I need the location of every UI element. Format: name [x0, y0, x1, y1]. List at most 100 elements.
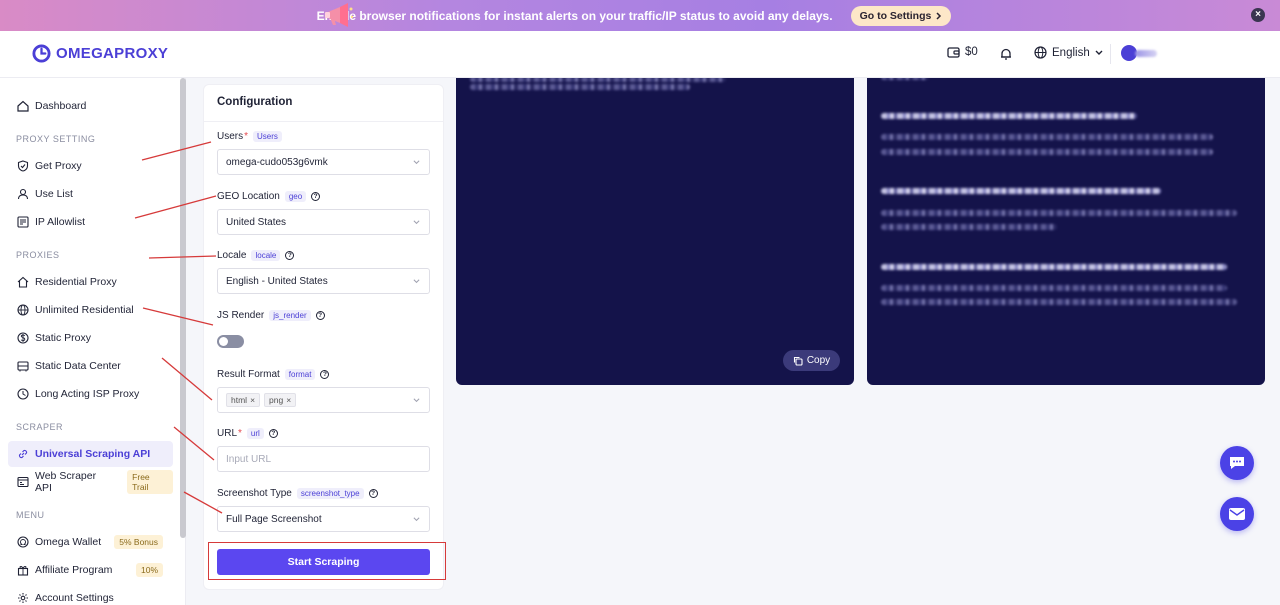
response-output-panel	[867, 78, 1265, 385]
locale-label-text: Locale	[217, 250, 247, 261]
blurred-heading-line	[881, 264, 1227, 270]
sidebar-item-residential-proxy[interactable]: Residential Proxy	[8, 269, 173, 295]
sidebar-item-affiliate-program[interactable]: Affiliate Program 10%	[8, 557, 173, 583]
locale-select[interactable]: English - United States	[217, 268, 430, 294]
help-icon[interactable]: ?	[315, 311, 325, 320]
result-format-multiselect[interactable]: html × png ×	[217, 387, 430, 413]
envelope-icon	[1229, 508, 1245, 520]
users-label: Users * Users	[217, 131, 282, 142]
sidebar-item-static-proxy[interactable]: Static Proxy	[8, 325, 173, 351]
sidebar-item-label: Long Acting ISP Proxy	[35, 388, 140, 400]
megaphone-icon	[325, 3, 354, 27]
js-render-toggle[interactable]	[217, 335, 244, 348]
screenshot-label-text: Screenshot Type	[217, 488, 292, 499]
notification-banner: Enable browser notifications for instant…	[0, 0, 1280, 31]
gift-icon	[17, 565, 29, 576]
wallet-balance[interactable]: $0	[947, 46, 978, 58]
copy-button[interactable]: Copy	[783, 350, 840, 371]
chat-support-button[interactable]	[1220, 446, 1254, 480]
screenshot-param-tag: screenshot_type	[296, 488, 364, 499]
server-icon	[17, 361, 29, 372]
sidebar: Dashboard PROXY SETTING Get Proxy Use Li…	[0, 78, 186, 605]
omega-wallet-icon	[17, 536, 29, 548]
go-to-settings-label: Go to Settings	[859, 9, 932, 22]
chevron-down-icon	[1095, 50, 1103, 55]
sidebar-item-ip-allowlist[interactable]: IP Allowlist	[8, 209, 173, 235]
result-format-label: Result Format format ?	[217, 369, 330, 380]
sidebar-item-long-acting-isp-proxy[interactable]: Long Acting ISP Proxy	[8, 381, 173, 407]
user-icon	[17, 188, 29, 200]
sidebar-scrollbar[interactable]	[180, 78, 186, 538]
brand-name: OMEGAPROXY	[56, 45, 169, 62]
language-selector[interactable]: English	[1034, 46, 1103, 59]
required-mark: *	[238, 428, 242, 439]
copy-label: Copy	[806, 355, 831, 366]
help-icon[interactable]: ?	[285, 251, 295, 260]
url-label: URL * url ?	[217, 428, 278, 439]
section-proxy-setting: PROXY SETTING	[16, 134, 96, 144]
required-mark: *	[244, 131, 249, 142]
help-icon[interactable]: ?	[320, 370, 330, 379]
sidebar-item-web-scraper-api[interactable]: Web Scraper API Free Trail	[8, 469, 173, 495]
banner-message: Enable browser notifications for instant…	[316, 8, 833, 23]
sidebar-item-unlimited-residential[interactable]: Unlimited Residential	[8, 297, 173, 323]
chevron-down-icon	[413, 517, 420, 522]
shield-check-icon	[17, 160, 29, 172]
sidebar-item-account-settings[interactable]: Account Settings	[8, 585, 173, 605]
bell-icon[interactable]	[999, 47, 1013, 61]
help-icon[interactable]: ?	[368, 489, 378, 498]
sidebar-item-label: Residential Proxy	[35, 276, 117, 288]
blurred-heading-line	[881, 188, 1161, 194]
sidebar-item-dashboard[interactable]: Dashboard	[8, 93, 173, 119]
bonus-badge: 5% Bonus	[114, 535, 163, 549]
users-select[interactable]: omega-cudo053g6vmk	[217, 149, 430, 175]
url-label-text: URL	[217, 428, 238, 439]
blurred-code-line	[470, 78, 726, 82]
locale-value: English - United States	[226, 275, 328, 287]
copy-icon	[793, 356, 803, 366]
top-header: OMEGAPROXY $0 English	[0, 31, 1280, 78]
brand-logo[interactable]: OMEGAPROXY	[32, 44, 168, 63]
browser-window-icon	[17, 476, 29, 488]
screenshot-type-label: Screenshot Type screenshot_type ?	[217, 488, 378, 499]
locale-label: Locale locale ?	[217, 250, 295, 261]
screenshot-type-select[interactable]: Full Page Screenshot	[217, 506, 430, 532]
chip-remove-icon[interactable]: ×	[286, 395, 291, 405]
format-chip-png[interactable]: png ×	[264, 393, 297, 407]
url-input[interactable]: Input URL	[217, 446, 430, 472]
go-to-settings-button[interactable]: Go to Settings	[850, 5, 952, 26]
link-icon	[18, 449, 28, 459]
username-blurred	[1135, 50, 1157, 57]
close-icon: ×	[1255, 9, 1261, 20]
sidebar-item-label: Affiliate Program	[35, 564, 113, 576]
section-scraper: SCRAPER	[16, 422, 64, 432]
section-menu: MENU	[16, 510, 45, 520]
sidebar-item-label: IP Allowlist	[35, 216, 85, 228]
header-divider	[1110, 44, 1111, 64]
sidebar-item-label: Static Data Center	[35, 360, 121, 372]
omegaproxy-logo-icon	[32, 44, 51, 63]
sidebar-item-omega-wallet[interactable]: Omega Wallet 5% Bonus	[8, 529, 173, 555]
sidebar-item-use-list[interactable]: Use List	[8, 181, 173, 207]
blurred-text-line	[881, 78, 929, 80]
geo-param-tag: geo	[284, 191, 307, 202]
help-icon[interactable]: ?	[311, 192, 321, 201]
sidebar-item-universal-scraping-api[interactable]: Universal Scraping API	[8, 441, 173, 467]
close-banner-button[interactable]: ×	[1251, 8, 1265, 22]
chip-remove-icon[interactable]: ×	[250, 395, 255, 405]
balance-amount: $0	[965, 46, 978, 58]
help-icon[interactable]: ?	[268, 429, 278, 438]
locale-param-tag: locale	[251, 250, 281, 261]
geo-location-select[interactable]: United States	[217, 209, 430, 235]
users-value: omega-cudo053g6vmk	[226, 156, 328, 168]
blurred-text-line	[881, 224, 1057, 230]
blurred-text-line	[881, 134, 1213, 140]
geo-location-label: GEO Location geo ?	[217, 191, 321, 202]
sidebar-item-static-data-center[interactable]: Static Data Center	[8, 353, 173, 379]
chevron-down-icon	[413, 160, 420, 165]
format-chip-html[interactable]: html ×	[226, 393, 261, 407]
sidebar-item-get-proxy[interactable]: Get Proxy	[8, 153, 173, 179]
geo-value: United States	[226, 216, 287, 228]
chevron-down-icon	[413, 398, 420, 403]
email-support-button[interactable]	[1220, 497, 1254, 531]
